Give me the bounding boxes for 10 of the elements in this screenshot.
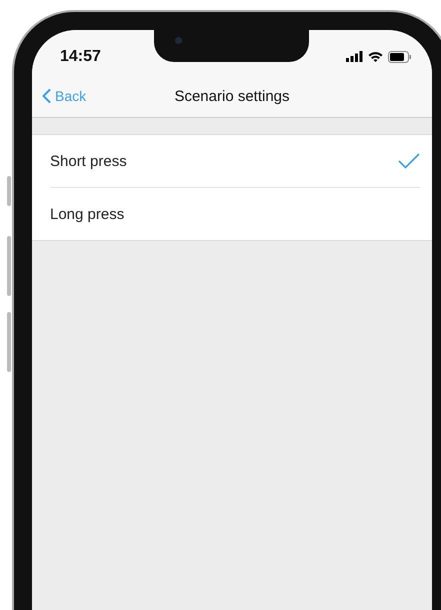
option-row[interactable]: Long press [50,187,420,240]
option-row[interactable]: Short press [50,135,432,187]
screen-title: Scenario settings [174,88,290,104]
battery-icon [388,50,412,62]
signal-icon [346,51,363,62]
wifi-icon [368,51,383,62]
camera-icon [175,37,182,44]
checkmark-icon [398,153,420,169]
status-time: 14:57 [60,48,101,66]
chevron-left-icon [42,89,51,103]
